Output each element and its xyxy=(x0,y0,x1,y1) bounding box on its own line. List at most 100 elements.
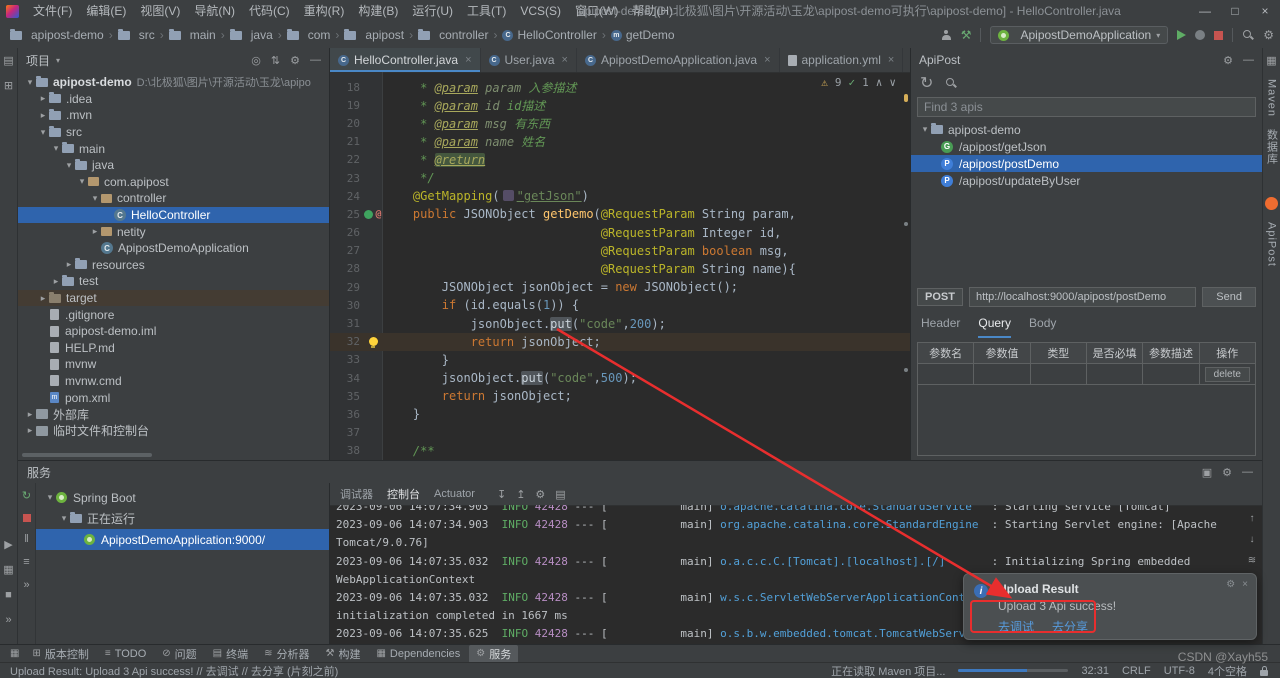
project-item-main[interactable]: ▾ main xyxy=(18,140,329,157)
hide-panel-icon[interactable]: — xyxy=(1243,54,1254,66)
hide-panel-icon[interactable]: — xyxy=(1242,466,1253,478)
scroll-down-icon[interactable]: ↓ xyxy=(1250,534,1255,545)
code-line-30[interactable]: 30 if (id.equals(1)) { xyxy=(330,296,910,314)
project-item-.idea[interactable]: ▸ .idea xyxy=(18,91,329,108)
pause-icon[interactable]: ‖ xyxy=(24,534,29,545)
locate-file-icon[interactable]: ◎ xyxy=(251,54,261,67)
expand-arrow-icon[interactable]: ▸ xyxy=(89,226,101,237)
console-tab-控制台[interactable]: 控制台 xyxy=(387,486,420,502)
favorites-toolwindow-icon[interactable]: ■ xyxy=(5,590,12,601)
menu-item[interactable]: 工具(T) xyxy=(460,0,513,22)
code-line-38[interactable]: 38 /** xyxy=(330,442,910,460)
expand-arrow-icon[interactable]: ▾ xyxy=(44,492,56,503)
project-item-pom.xml[interactable]: m pom.xml xyxy=(18,389,329,406)
more-icon[interactable]: » xyxy=(23,580,29,591)
project-item-apipost-demo[interactable]: ▾ apipost-demo D:\北极狐\图片\开源活动\玉龙\apipo xyxy=(18,74,329,91)
settings-gear-icon[interactable]: ⚙ xyxy=(1222,466,1232,479)
indent-setting[interactable]: 4个空格 xyxy=(1208,663,1247,678)
apipost-toolwindow-button[interactable]: ApiPost xyxy=(1266,222,1278,267)
soft-wrap-icon[interactable]: ≋ xyxy=(1248,555,1256,566)
project-item-mvnw[interactable]: mvnw xyxy=(18,356,329,373)
structure-toolwindow-icon[interactable]: ⊞ xyxy=(4,81,13,92)
settings-gear-icon[interactable]: ⚙ xyxy=(1263,28,1274,42)
code-line-22[interactable]: 22 * @return xyxy=(330,151,910,169)
menu-item[interactable]: 导航(N) xyxy=(187,0,242,22)
collapse-all-icon[interactable]: ⇅ xyxy=(271,54,280,67)
editor-tab-ap...[interactable]: Cap...× xyxy=(903,48,910,72)
horizontal-scrollbar[interactable] xyxy=(22,453,152,457)
breadcrumb-item[interactable]: main xyxy=(167,28,218,42)
settings-gear-icon[interactable]: ⚙ xyxy=(535,488,545,501)
expand-arrow-icon[interactable]: ▸ xyxy=(37,110,49,121)
expand-arrow-icon[interactable]: ▾ xyxy=(76,176,88,187)
settings-gear-icon[interactable]: ⚙ xyxy=(1226,579,1235,590)
scroll-up-icon[interactable]: ↑ xyxy=(1250,513,1255,524)
expand-arrow-icon[interactable]: ▾ xyxy=(89,193,101,204)
project-item-mvnw.cmd[interactable]: mvnw.cmd xyxy=(18,373,329,390)
project-item-apipost-demo.iml[interactable]: apipost-demo.iml xyxy=(18,323,329,340)
apipost-toolwindow-icon[interactable] xyxy=(1265,197,1278,211)
project-item-target[interactable]: ▸ target xyxy=(18,289,329,307)
breadcrumb-item[interactable]: src xyxy=(116,28,157,42)
status-message[interactable]: Upload Result: Upload 3 Api success! // … xyxy=(0,663,338,678)
project-item-resources[interactable]: ▸ resources xyxy=(18,257,329,274)
line-separator[interactable]: CRLF xyxy=(1122,665,1151,677)
send-button[interactable]: Send xyxy=(1202,287,1256,307)
console-tab-调试器[interactable]: 调试器 xyxy=(340,486,373,502)
run-configuration-select[interactable]: ApipostDemoApplication ▾ xyxy=(990,26,1169,44)
menu-item[interactable]: 运行(U) xyxy=(405,0,460,22)
code-line-29[interactable]: 29 JSONObject jsonObject = new JSONObjec… xyxy=(330,278,910,296)
menu-item[interactable]: 视图(V) xyxy=(133,0,187,22)
expand-arrow-icon[interactable]: ▸ xyxy=(37,93,49,104)
float-mode-icon[interactable]: ▣ xyxy=(1202,466,1212,479)
param-cell[interactable]: delete xyxy=(1199,364,1255,385)
commit-toolwindow-icon[interactable]: ▦ xyxy=(3,565,13,576)
project-item-.mvn[interactable]: ▸ .mvn xyxy=(18,107,329,124)
refresh-icon[interactable]: ↻ xyxy=(920,73,933,93)
close-tab-icon[interactable]: × xyxy=(562,54,568,66)
hide-panel-icon[interactable]: — xyxy=(310,54,321,66)
minimize-button[interactable]: — xyxy=(1190,0,1220,22)
breadcrumb-item[interactable]: C HelloController xyxy=(500,28,598,42)
caret-position[interactable]: 32:31 xyxy=(1081,665,1109,677)
code-line-32[interactable]: 32 return jsonObject; xyxy=(330,332,910,351)
service-item-正在运行[interactable]: ▾ 正在运行 xyxy=(36,508,329,529)
database-toolwindow-button[interactable]: 数据库 xyxy=(1264,129,1280,165)
api-item-/apipost/postDemo[interactable]: P/apipost/postDemo xyxy=(911,155,1262,172)
project-item-外部库[interactable]: ▸ 外部库 xyxy=(18,406,329,423)
close-tab-icon[interactable]: × xyxy=(465,54,471,66)
param-cell[interactable] xyxy=(1086,364,1144,385)
project-item-临时文件和控制台[interactable]: ▸ 临时文件和控制台 xyxy=(18,422,329,439)
project-item-java[interactable]: ▾ java xyxy=(18,157,329,174)
code-line-23[interactable]: 23 */ xyxy=(330,169,910,187)
breadcrumb-item[interactable]: java xyxy=(228,28,275,42)
code-line-35[interactable]: 35 return jsonObject; xyxy=(330,387,910,405)
expand-arrow-icon[interactable]: ▾ xyxy=(63,160,75,171)
expand-arrow-icon[interactable]: ▸ xyxy=(37,293,49,304)
breadcrumb-item[interactable]: apipost xyxy=(342,28,406,42)
code-line-27[interactable]: 27 @RequestParam boolean msg, xyxy=(330,242,910,260)
project-toolwindow-icon[interactable]: ▤ xyxy=(3,56,13,67)
breadcrumb-item[interactable]: m getDemo xyxy=(609,28,677,42)
code-line-34[interactable]: 34 jsonObject.put("code",500); xyxy=(330,369,910,387)
editor-tab-User.java[interactable]: C User.java × xyxy=(481,48,577,72)
service-item-ApipostDemoApplication[interactable]: ApipostDemoApplication :9000/ xyxy=(36,529,329,550)
inspections-widget[interactable]: ⚠ 9 ✓ 1 ∧ ∨ xyxy=(821,76,896,89)
param-cell[interactable] xyxy=(918,364,975,385)
mapping-marker-icon[interactable] xyxy=(364,209,374,219)
editor-tab-HelloController.java[interactable]: C HelloController.java × xyxy=(330,48,481,72)
scroll-to-end-icon[interactable]: ↧ xyxy=(497,488,506,501)
toolwindow-button-服务[interactable]: ⚙ 服务 xyxy=(469,644,519,663)
breadcrumb-item[interactable]: com xyxy=(285,28,333,42)
editor-tab-application.yml[interactable]: application.yml × xyxy=(780,48,904,72)
expand-arrow-icon[interactable]: ▾ xyxy=(24,77,36,88)
breadcrumb-item[interactable]: controller xyxy=(416,28,490,42)
next-issue-icon[interactable]: ∨ xyxy=(889,76,896,89)
run-button[interactable] xyxy=(1177,30,1187,40)
debug-button[interactable] xyxy=(1195,30,1206,40)
expand-arrow-icon[interactable]: ▸ xyxy=(24,409,36,420)
code-line-25[interactable]: 25 @ public JSONObject getDemo(@RequestPa… xyxy=(330,205,910,223)
api-tree-root[interactable]: ▾ apipost-demo xyxy=(911,121,1262,138)
user-icon[interactable] xyxy=(941,29,952,41)
expand-arrow-icon[interactable]: ▾ xyxy=(50,143,62,154)
